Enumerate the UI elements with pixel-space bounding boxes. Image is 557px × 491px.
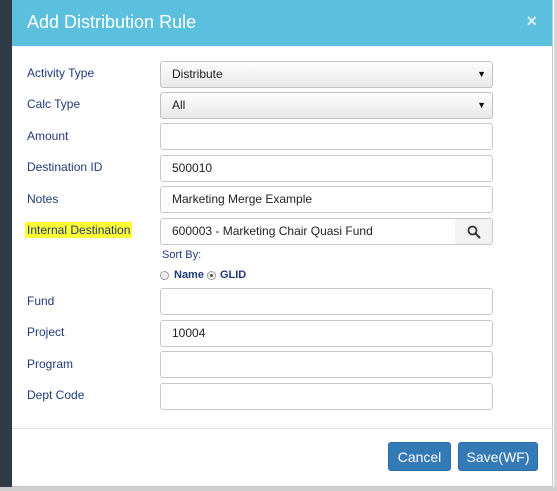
sort-by-glid-label: GLID [219, 269, 247, 281]
internal-destination-label: Internal Destination [25, 222, 133, 238]
program-input[interactable] [160, 351, 493, 378]
fund-label: Fund [27, 294, 55, 308]
calc-type-label: Calc Type [27, 97, 81, 111]
sort-by-options: Name GLID [160, 269, 246, 281]
program-label: Program [27, 357, 74, 371]
dialog-header: Add Distribution Rule × [12, 0, 552, 46]
calc-type-value: All [172, 98, 186, 112]
close-icon[interactable]: × [526, 12, 537, 30]
caret-down-icon: ▼ [477, 100, 486, 110]
add-distribution-rule-dialog: Add Distribution Rule × Activity Type Di… [12, 0, 553, 487]
project-label: Project [27, 325, 65, 339]
activity-type-label: Activity Type [27, 66, 95, 80]
sort-by-label: Sort By: [162, 249, 202, 261]
sort-by-name-label: Name [174, 269, 204, 281]
activity-type-select[interactable]: Distribute ▼ [160, 61, 493, 88]
activity-type-value: Distribute [172, 67, 223, 81]
calc-type-select[interactable]: All ▼ [160, 92, 493, 119]
caret-down-icon: ▼ [477, 69, 486, 79]
amount-label: Amount [27, 129, 69, 143]
notes-label: Notes [27, 192, 59, 206]
dialog-title: Add Distribution Rule [27, 12, 197, 32]
page-backdrop [0, 0, 12, 491]
sort-by-glid-radio[interactable] [206, 270, 216, 280]
cancel-button[interactable]: Cancel [388, 442, 451, 471]
search-button[interactable] [455, 218, 493, 245]
dept-code-label: Dept Code [27, 388, 85, 402]
search-icon [467, 225, 480, 238]
footer-divider [12, 428, 553, 429]
sort-by-name-radio[interactable] [160, 270, 169, 280]
save-wf-button[interactable]: Save(WF) [458, 442, 538, 471]
destination-id-input[interactable]: 500010 [160, 155, 493, 182]
project-input[interactable]: 10004 [160, 320, 493, 347]
page-backdrop-bottom [0, 487, 557, 491]
dept-code-input[interactable] [160, 383, 493, 410]
fund-input[interactable] [160, 288, 493, 315]
amount-input[interactable] [160, 123, 493, 150]
destination-id-label: Destination ID [27, 160, 103, 174]
internal-destination-input[interactable]: 600003 - Marketing Chair Quasi Fund [160, 218, 456, 245]
notes-input[interactable]: Marketing Merge Example [160, 186, 493, 213]
